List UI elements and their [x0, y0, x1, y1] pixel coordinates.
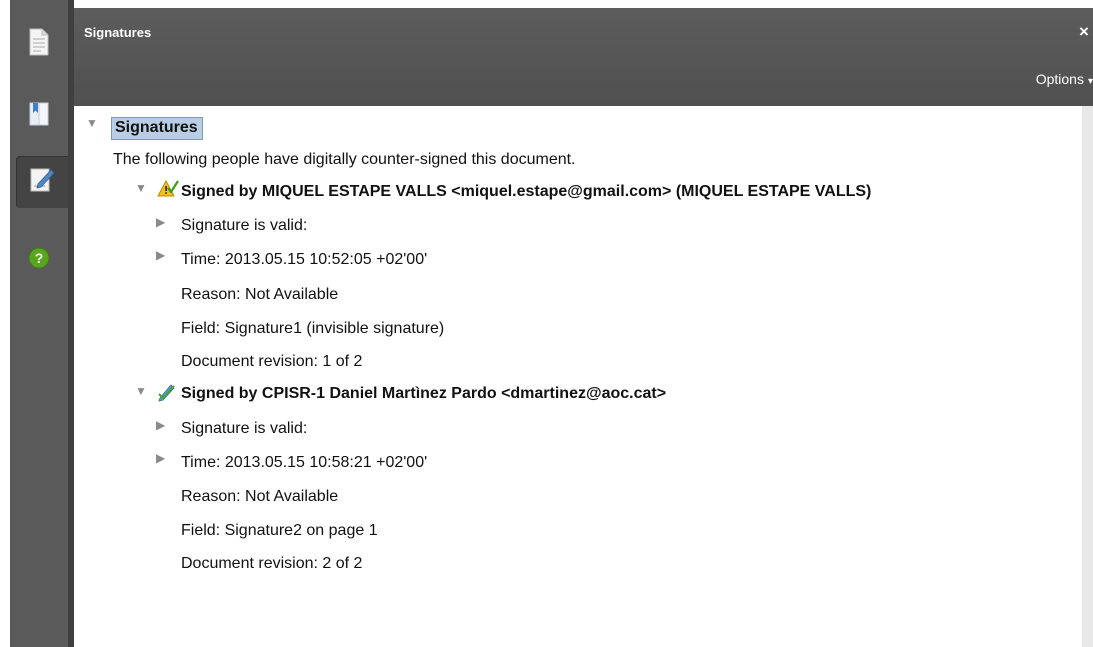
chevron-down-icon: ▾ [1087, 76, 1093, 87]
panel-header: Signatures × Options ▾ [74, 8, 1093, 106]
page-thumbnails-icon [28, 28, 50, 61]
expand-validity-1-toggle[interactable]: ▶ [156, 215, 165, 229]
bookmarks-icon [28, 101, 50, 132]
signature-1-validity[interactable]: Signature is valid: [181, 217, 307, 235]
options-menu-button[interactable]: Options ▾ [1036, 71, 1093, 87]
signature-1-revision: Document revision: 1 of 2 [181, 353, 363, 370]
signature-1-time[interactable]: Time: 2013.05.15 10:52:05 +02'00' [181, 251, 427, 269]
bookmarks-button[interactable] [16, 90, 62, 142]
pen-signature-icon [157, 382, 177, 407]
expand-time-1-toggle[interactable]: ▶ [156, 248, 165, 262]
signature-2-title[interactable]: Signed by CPISR-1 Daniel Martìnez Pardo … [181, 385, 666, 403]
signatures-panel-button[interactable] [16, 156, 68, 208]
navigation-toolbar: ? [10, 0, 68, 647]
signature-1-title[interactable]: Signed by MIQUEL ESTAPE VALLS <miquel.es… [181, 183, 871, 201]
panel-title: Signatures [84, 25, 152, 40]
collapse-signature-2-toggle[interactable]: ▼ [135, 384, 147, 398]
signature-1-reason: Reason: Not Available [181, 286, 339, 303]
signature-1-field: Field: Signature1 (invisible signature) [181, 320, 445, 337]
signatures-description: The following people have digitally coun… [113, 151, 576, 168]
warning-signature-icon [157, 179, 179, 204]
svg-text:?: ? [35, 250, 44, 266]
signatures-tree: ▼ Signatures The following people have d… [74, 106, 1082, 647]
panel-top-gap [74, 0, 1093, 8]
expand-time-2-toggle[interactable]: ▶ [156, 451, 165, 465]
collapse-root-toggle[interactable]: ▼ [86, 116, 98, 130]
signatures-icon [29, 166, 55, 199]
signature-2-revision: Document revision: 2 of 2 [181, 555, 363, 572]
options-label: Options [1035, 71, 1084, 87]
tree-root-signatures[interactable]: Signatures [111, 117, 203, 140]
vertical-scrollbar[interactable] [1082, 106, 1093, 647]
signature-2-validity[interactable]: Signature is valid: [181, 420, 307, 438]
signature-2-time[interactable]: Time: 2013.05.15 10:58:21 +02'00' [181, 454, 427, 472]
signature-2-field: Field: Signature2 on page 1 [181, 522, 378, 539]
page-thumbnails-button[interactable] [16, 18, 62, 70]
window-edge [0, 0, 10, 647]
help-icon: ? [28, 247, 50, 274]
help-button[interactable]: ? [16, 234, 62, 286]
expand-validity-2-toggle[interactable]: ▶ [156, 418, 165, 432]
close-button[interactable]: × [1079, 22, 1093, 42]
signature-2-reason: Reason: Not Available [181, 488, 339, 505]
collapse-signature-1-toggle[interactable]: ▼ [135, 181, 147, 195]
